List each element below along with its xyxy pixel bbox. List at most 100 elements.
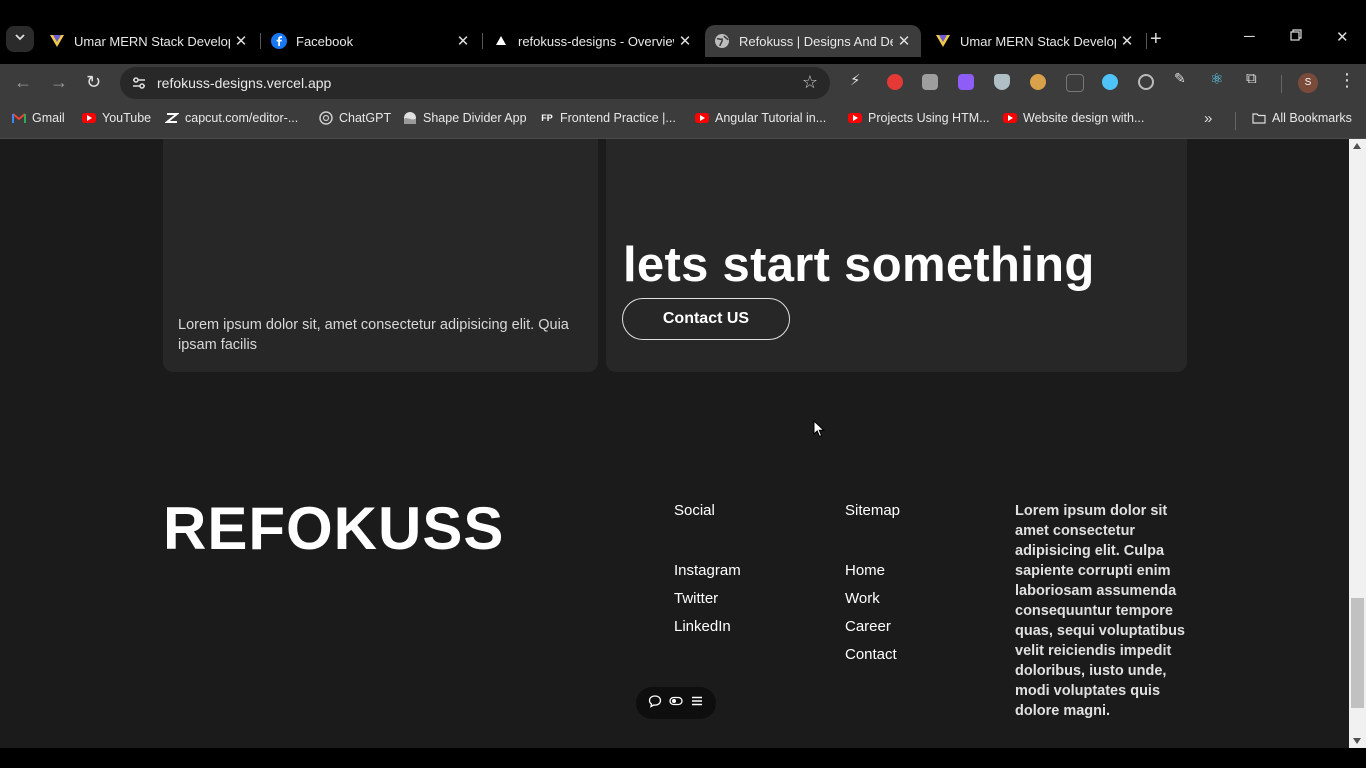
globe-extension-icon[interactable] (1102, 74, 1118, 90)
browser-toolbar: ← → ↻ refokuss-designs.vercel.app ☆ ⚡ ✎ … (0, 64, 1366, 102)
scrollbar-thumb[interactable] (1351, 598, 1364, 708)
bookmark-label: Gmail (32, 111, 65, 125)
cta-card: lets start something Contact US (606, 139, 1187, 372)
link-contact[interactable]: Contact (845, 646, 897, 663)
window-bottom-edge (0, 748, 1366, 768)
url-text[interactable]: refokuss-designs.vercel.app (157, 75, 331, 91)
lightning-extension-icon[interactable]: ⚡ (850, 71, 866, 89)
new-tab-button[interactable]: + (1150, 28, 1162, 51)
folder-icon (1252, 111, 1266, 125)
color-picker-extension-icon[interactable]: ✎ (1174, 70, 1190, 86)
comment-icon[interactable] (648, 694, 662, 713)
extensions-puzzle-icon[interactable]: ⧉ (1246, 70, 1262, 87)
site-settings-icon[interactable] (130, 74, 148, 92)
mouse-cursor-icon (813, 419, 826, 443)
close-icon[interactable]: ✕ (1116, 32, 1138, 50)
cookie-extension-icon[interactable] (1030, 74, 1046, 90)
capcut-icon (165, 111, 179, 125)
bookmark-frontend-practice[interactable]: FP Frontend Practice |... (540, 111, 676, 125)
scroll-up-icon[interactable] (1353, 143, 1361, 149)
shape-divider-icon (403, 111, 417, 125)
youtube-icon (82, 111, 96, 125)
info-card: Lorem ipsum dolor sit, amet consectetur … (163, 139, 598, 372)
bookmark-label: Projects Using HTM... (868, 111, 990, 125)
bookmark-label: Shape Divider App (423, 111, 527, 125)
bookmark-label: capcut.com/editor-... (185, 111, 299, 125)
bookmark-label: ChatGPT (339, 111, 392, 125)
download-extension-icon[interactable] (922, 74, 938, 90)
bookmark-label: All Bookmarks (1272, 111, 1352, 125)
tab-divider (1146, 33, 1147, 49)
vercel-v-icon (934, 32, 952, 50)
profile-avatar[interactable]: S (1298, 73, 1318, 93)
link-instagram[interactable]: Instagram (674, 562, 741, 579)
react-devtools-icon[interactable]: ⚛ (1210, 70, 1226, 88)
tab-title: Umar MERN Stack Develope (74, 33, 230, 49)
bookmark-label: Angular Tutorial in... (715, 111, 827, 125)
broadcast-extension-icon[interactable] (1066, 74, 1084, 92)
menu-list-icon[interactable] (690, 694, 704, 713)
tab-umar-2[interactable]: Umar MERN Stack Develope ✕ (926, 25, 1144, 57)
link-home[interactable]: Home (845, 562, 885, 579)
address-bar[interactable]: refokuss-designs.vercel.app ☆ (120, 67, 830, 99)
info-card-text: Lorem ipsum dolor sit, amet consectetur … (178, 317, 569, 353)
bookmark-label: YouTube (102, 111, 152, 125)
close-window-button[interactable]: ✕ (1336, 28, 1349, 46)
link-linkedin[interactable]: LinkedIn (674, 618, 731, 635)
menu-kebab-icon[interactable]: ⋮ (1338, 70, 1356, 91)
scroll-down-icon[interactable] (1353, 738, 1361, 744)
forward-arrow-icon[interactable]: → (50, 72, 68, 93)
close-icon[interactable]: ✕ (893, 32, 915, 50)
gmail-icon (12, 111, 26, 125)
tab-divider (260, 33, 261, 49)
close-icon[interactable]: ✕ (230, 32, 252, 50)
tab-title: Refokuss | Designs And Dev (739, 33, 893, 49)
facebook-icon (270, 32, 288, 50)
bookmark-angular-tutorial[interactable]: Angular Tutorial in... (695, 111, 826, 125)
floating-toolbar (636, 687, 716, 719)
tab-title: Facebook (296, 33, 354, 49)
tab-refokuss-active[interactable]: Refokuss | Designs And Dev ✕ (705, 25, 921, 57)
bookmark-website-design[interactable]: Website design with... (1003, 111, 1144, 125)
red-extension-icon[interactable] (887, 74, 903, 90)
brand-logo-text: REFOKUSS (163, 495, 505, 562)
close-icon[interactable]: ✕ (674, 32, 696, 50)
link-career[interactable]: Career (845, 618, 891, 635)
link-twitter[interactable]: Twitter (674, 590, 718, 607)
purple-extension-icon[interactable] (958, 74, 974, 90)
bookmark-projects-html[interactable]: Projects Using HTM... (848, 111, 990, 125)
contact-us-button[interactable]: Contact US (622, 298, 790, 340)
page-scrollbar[interactable] (1349, 139, 1366, 748)
all-bookmarks-button[interactable]: All Bookmarks (1252, 111, 1352, 125)
close-icon[interactable]: ✕ (452, 32, 474, 50)
shield-extension-icon[interactable] (994, 74, 1010, 90)
bookmark-youtube[interactable]: YouTube (82, 111, 151, 125)
youtube-icon (1003, 111, 1017, 125)
bookmark-chatgpt[interactable]: ChatGPT (319, 111, 391, 125)
link-work[interactable]: Work (845, 590, 880, 607)
youtube-icon (695, 111, 709, 125)
tab-umar-1[interactable]: Umar MERN Stack Develope ✕ (40, 25, 258, 57)
chatgpt-icon (319, 111, 333, 125)
bookmark-gmail[interactable]: Gmail (12, 111, 65, 125)
cta-heading: lets start something (623, 238, 1095, 292)
reload-icon[interactable]: ↻ (86, 72, 101, 93)
record-extension-icon[interactable] (1138, 74, 1154, 90)
toggle-icon[interactable] (669, 694, 683, 713)
bookmark-label: Website design with... (1023, 111, 1145, 125)
bookmark-shape-divider[interactable]: Shape Divider App (403, 111, 527, 125)
bookmark-capcut[interactable]: capcut.com/editor-... (165, 111, 298, 125)
tab-search-button[interactable] (6, 26, 34, 52)
tab-facebook[interactable]: Facebook ✕ (262, 25, 480, 57)
more-bookmarks-icon[interactable]: » (1204, 110, 1212, 127)
minimize-button[interactable]: ─ (1244, 28, 1255, 45)
vercel-v-icon (48, 32, 66, 50)
social-heading: Social (674, 502, 715, 519)
bookmark-star-icon[interactable]: ☆ (802, 72, 818, 93)
chevron-down-icon (14, 30, 26, 48)
sitemap-heading: Sitemap (845, 502, 901, 519)
back-arrow-icon[interactable]: ← (14, 72, 32, 93)
tab-refokuss-overview[interactable]: refokuss-designs - Overview ✕ (484, 25, 702, 57)
vercel-triangle-icon (492, 32, 510, 50)
restore-button[interactable] (1290, 28, 1302, 45)
